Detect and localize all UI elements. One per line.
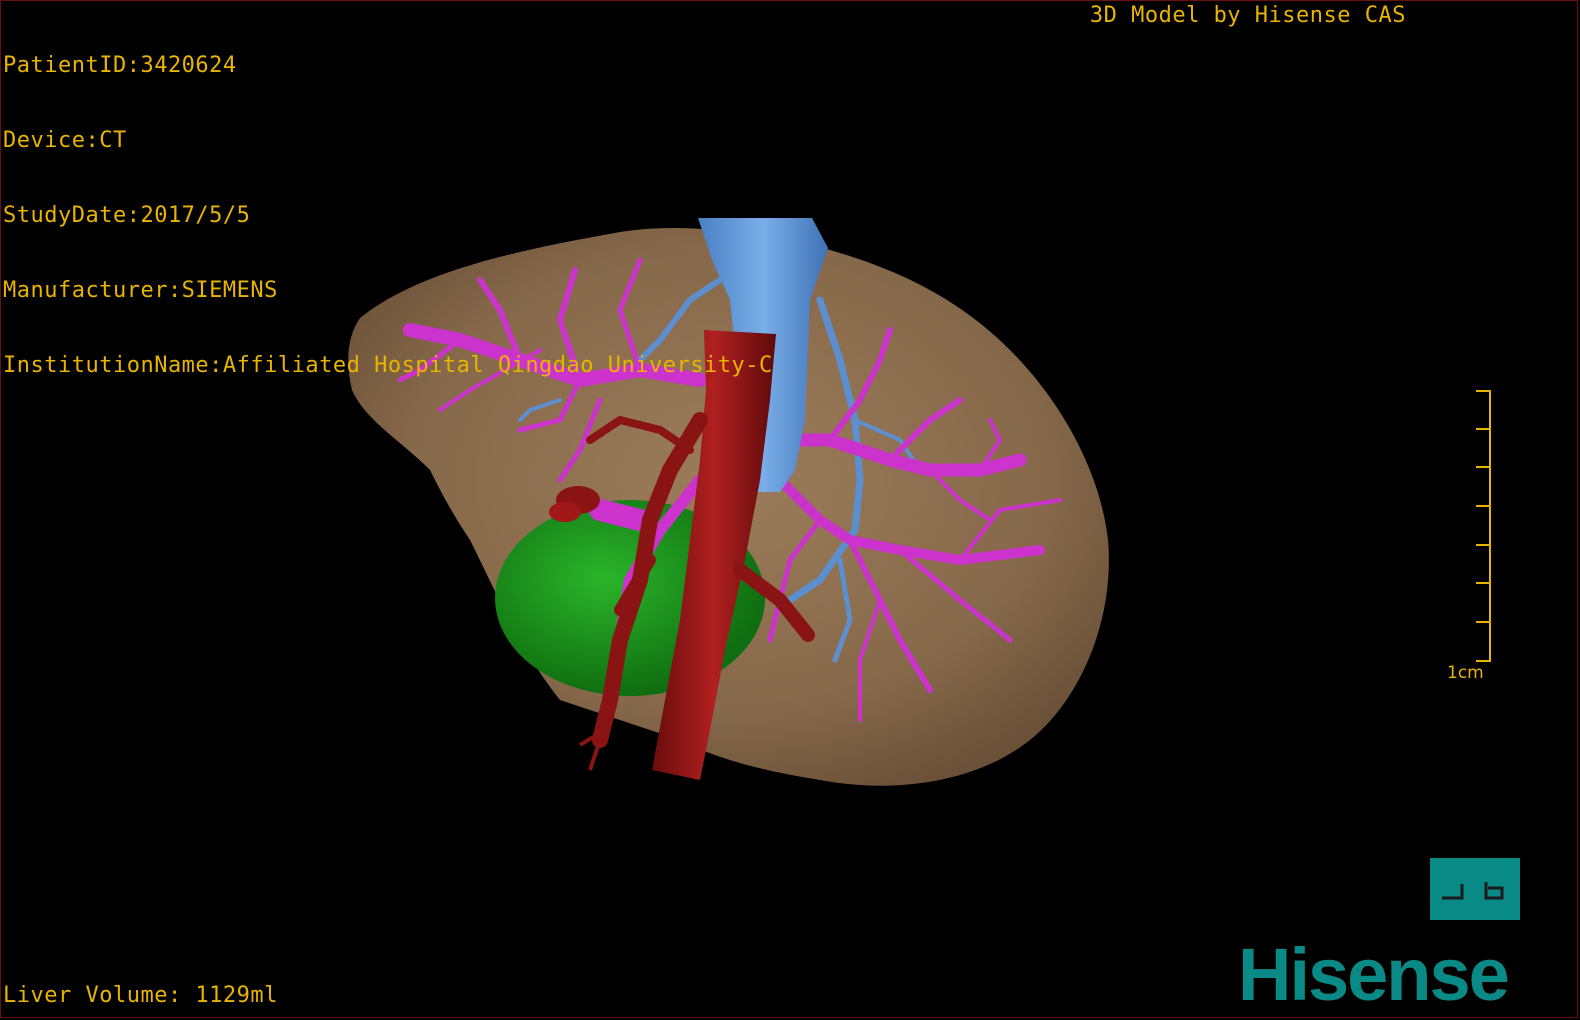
scale-label: 1cm xyxy=(1447,663,1484,683)
patient-id-label: PatientID:3420624 xyxy=(3,53,237,78)
svg-text:Hisense: Hisense xyxy=(1238,940,1508,1008)
model-credit: 3D Model by Hisense CAS xyxy=(1089,3,1406,28)
study-metadata: PatientID:3420624 Device:CT StudyDate:20… xyxy=(3,3,773,403)
device-label: Device:CT xyxy=(3,128,127,153)
view-toggle-button[interactable] xyxy=(1430,858,1520,920)
split-view-icon xyxy=(1442,882,1504,900)
study-date-label: StudyDate:2017/5/5 xyxy=(3,203,251,228)
manufacturer-label: Manufacturer:SIEMENS xyxy=(3,278,278,303)
scale-bar xyxy=(1476,390,1491,662)
hisense-logo: Hisense xyxy=(1238,940,1510,1008)
institution-label: InstitutionName:Affiliated Hospital Qing… xyxy=(3,353,773,378)
liver-volume-label: Liver Volume: 1129ml xyxy=(3,983,278,1008)
